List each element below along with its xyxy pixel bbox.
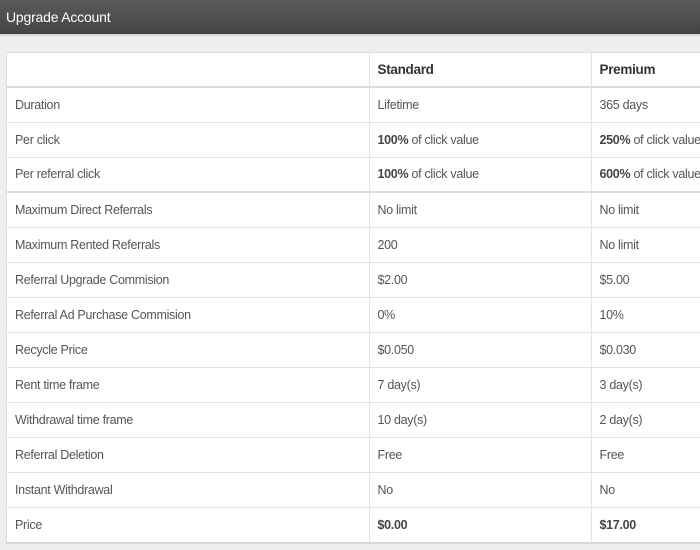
premium-suffix: of click value <box>630 132 700 147</box>
header-feature <box>7 53 370 88</box>
standard-value: 10 day(s) <box>369 402 592 438</box>
premium-value: 10% <box>591 297 700 333</box>
table-row: Per referral click 100% of click value 6… <box>7 157 700 193</box>
premium-value: $5.00 <box>591 262 700 298</box>
table-row: Rent time frame 7 day(s) 3 day(s) <box>7 367 700 403</box>
premium-value: 3 day(s) <box>591 367 700 403</box>
header-standard: Standard <box>369 53 592 88</box>
table-row: Per click 100% of click value 250% of cl… <box>7 122 700 158</box>
row-label: Maximum Direct Referrals <box>7 192 370 228</box>
row-label: Per click <box>7 122 370 158</box>
row-label: Recycle Price <box>7 332 370 368</box>
standard-percent: 100% <box>377 167 409 182</box>
table-row: Instant Withdrawal No No <box>7 472 700 508</box>
row-label: Referral Upgrade Commision <box>7 262 370 298</box>
standard-percent: 100% <box>377 132 409 147</box>
premium-value: $0.030 <box>591 332 700 368</box>
standard-value: 0% <box>369 297 592 333</box>
window-title: Upgrade Account <box>6 9 111 25</box>
row-label: Rent time frame <box>7 367 370 403</box>
row-label: Price <box>7 507 370 542</box>
standard-price: $0.00 <box>369 507 592 542</box>
premium-value: 600% of click value <box>591 157 700 193</box>
standard-value: $0.050 <box>369 332 592 368</box>
standard-value: Free <box>369 437 592 473</box>
premium-price: $17.00 <box>591 507 700 542</box>
table-row: Maximum Rented Referrals 200 No limit <box>7 227 700 263</box>
row-label: Withdrawal time frame <box>7 402 370 438</box>
standard-value: Lifetime <box>369 87 592 123</box>
table-row: Maximum Direct Referrals No limit No lim… <box>7 192 700 228</box>
window-titlebar: Upgrade Account <box>0 0 700 34</box>
row-label: Referral Ad Purchase Commision <box>7 297 370 333</box>
row-label: Maximum Rented Referrals <box>7 227 370 263</box>
table-row: Recycle Price $0.050 $0.030 <box>7 332 700 368</box>
standard-value: 100% of click value <box>369 157 592 193</box>
row-label: Referral Deletion <box>7 437 370 473</box>
table-row: Referral Ad Purchase Commision 0% 10% <box>7 297 700 333</box>
standard-value: 100% of click value <box>369 122 592 158</box>
premium-value: 365 days <box>591 87 700 123</box>
premium-suffix: of click value <box>630 167 700 182</box>
standard-value: No limit <box>369 192 592 228</box>
comparison-panel: Standard Premium Duration Lifetime 365 d… <box>6 52 700 544</box>
row-label: Per referral click <box>7 157 370 193</box>
standard-suffix: of click value <box>408 167 479 182</box>
standard-value: No <box>369 472 592 508</box>
table-row: Price $0.00 $17.00 <box>7 507 700 542</box>
standard-value: $2.00 <box>369 262 592 298</box>
premium-value: No limit <box>591 227 700 263</box>
standard-value: 200 <box>369 227 592 263</box>
standard-value: 7 day(s) <box>369 367 592 403</box>
row-label: Instant Withdrawal <box>7 472 370 508</box>
premium-value: 2 day(s) <box>591 402 700 438</box>
premium-percent: 250% <box>599 132 631 147</box>
header-premium: Premium <box>591 53 700 88</box>
table-row: Referral Upgrade Commision $2.00 $5.00 <box>7 262 700 298</box>
table-header-row: Standard Premium <box>7 53 700 88</box>
titlebar-divider <box>0 34 700 37</box>
standard-suffix: of click value <box>408 132 479 147</box>
membership-comparison-table: Standard Premium Duration Lifetime 365 d… <box>7 53 700 542</box>
premium-value: No limit <box>591 192 700 228</box>
premium-value: 250% of click value <box>591 122 700 158</box>
table-row: Referral Deletion Free Free <box>7 437 700 473</box>
premium-value: Free <box>591 437 700 473</box>
premium-value: No <box>591 472 700 508</box>
table-row: Duration Lifetime 365 days <box>7 87 700 123</box>
row-label: Duration <box>7 87 370 123</box>
premium-percent: 600% <box>599 167 631 182</box>
table-row: Withdrawal time frame 10 day(s) 2 day(s) <box>7 402 700 438</box>
